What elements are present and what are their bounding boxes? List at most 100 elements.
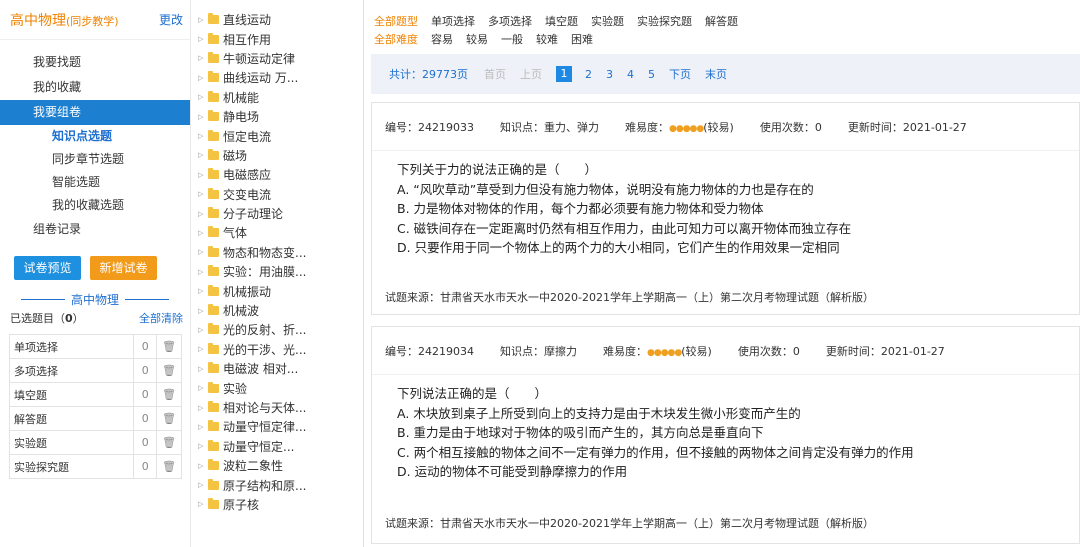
last-page-link[interactable]: 末页 (705, 66, 727, 82)
tree-item[interactable]: ▷ 机械振动 (191, 281, 363, 300)
expand-triangle-icon[interactable]: ▷ (198, 307, 208, 315)
next-page-link[interactable]: 下页 (669, 66, 691, 82)
tree-item[interactable]: ▷ 光的干涉、光... (191, 340, 363, 359)
tree-item-label: 光的干涉、光... (223, 342, 307, 357)
tree-item[interactable]: ▷ 原子核 (191, 495, 363, 514)
expand-triangle-icon[interactable]: ▷ (198, 113, 208, 121)
preview-paper-button[interactable]: 试卷预览 (14, 256, 81, 280)
difficulty-filter-option[interactable]: 全部难度 (374, 31, 418, 47)
prev-page-link[interactable]: 上页 (520, 66, 542, 82)
expand-triangle-icon[interactable]: ▷ (198, 229, 208, 237)
tree-item[interactable]: ▷ 光的反射、折... (191, 320, 363, 339)
trash-icon[interactable]: 🗑 (156, 334, 182, 359)
type-filter-option[interactable]: 多项选择 (488, 13, 532, 29)
trash-icon[interactable]: 🗑 (156, 406, 182, 431)
sidebar-item-records[interactable]: 组卷记录 (0, 217, 190, 242)
tree-item[interactable]: ▷ 相对论与天体... (191, 398, 363, 417)
trash-icon[interactable]: 🗑 (156, 358, 182, 383)
expand-triangle-icon[interactable]: ▷ (198, 35, 208, 43)
tree-item[interactable]: ▷ 原子结构和原... (191, 475, 363, 494)
sidebar-sub-knowledge-point[interactable]: 知识点选题 (0, 125, 190, 148)
tree-item-label: 磁场 (223, 148, 248, 163)
expand-triangle-icon[interactable]: ▷ (198, 16, 208, 24)
total-pages: 共计：29773页 (389, 68, 468, 81)
difficulty-filter-option[interactable]: 较易 (466, 31, 488, 47)
question-card[interactable]: 编号：24219033 知识点：重力、弹力 难易度：●●●●●(较易) 使用次数… (371, 102, 1080, 315)
sidebar-item-my-favorites[interactable]: 我的收藏 (0, 75, 190, 100)
expand-triangle-icon[interactable]: ▷ (198, 190, 208, 198)
expand-triangle-icon[interactable]: ▷ (198, 442, 208, 450)
sidebar-sub-favorites[interactable]: 我的收藏选题 (0, 194, 190, 217)
question-card[interactable]: 编号：24219034 知识点：摩擦力 难易度：●●●●●(较易) 使用次数：0… (371, 326, 1080, 544)
trash-icon[interactable]: 🗑 (156, 454, 182, 479)
tree-item[interactable]: ▷ 机械波 (191, 301, 363, 320)
question-option: D. 只要作用于同一个物体上的两个力的大小相同，它们产生的作用效果一定相同 (397, 240, 840, 255)
expand-triangle-icon[interactable]: ▷ (198, 500, 208, 508)
difficulty-filter-option[interactable]: 困难 (571, 31, 593, 47)
tree-item[interactable]: ▷ 气体 (191, 223, 363, 242)
tree-item[interactable]: ▷ 交变电流 (191, 185, 363, 204)
expand-triangle-icon[interactable]: ▷ (198, 93, 208, 101)
type-filter-option[interactable]: 实验题 (591, 13, 624, 29)
tree-item[interactable]: ▷ 电磁感应 (191, 165, 363, 184)
first-page-link[interactable]: 首页 (484, 66, 506, 82)
tree-item[interactable]: ▷ 动量守恒定律... (191, 417, 363, 436)
trash-icon[interactable]: 🗑 (156, 430, 182, 455)
expand-triangle-icon[interactable]: ▷ (198, 54, 208, 62)
table-row: 实验题 0 🗑 (8, 430, 182, 455)
difficulty-filter-option[interactable]: 较难 (536, 31, 558, 47)
expand-triangle-icon[interactable]: ▷ (198, 171, 208, 179)
page-link[interactable]: 2 (585, 68, 592, 81)
sidebar-item-find-questions[interactable]: 我要找题 (0, 50, 190, 75)
type-filter-option[interactable]: 实验探究题 (637, 13, 692, 29)
expand-triangle-icon[interactable]: ▷ (198, 151, 208, 159)
tree-item[interactable]: ▷ 曲线运动 万... (191, 68, 363, 87)
tree-item[interactable]: ▷ 波粒二象性 (191, 456, 363, 475)
type-filter-option[interactable]: 解答题 (705, 13, 738, 29)
expand-triangle-icon[interactable]: ▷ (198, 345, 208, 353)
sidebar-sub-smart[interactable]: 智能选题 (0, 171, 190, 194)
page-link[interactable]: 1 (556, 66, 572, 82)
page-link[interactable]: 4 (627, 68, 634, 81)
tree-item[interactable]: ▷ 动量守恒定... (191, 437, 363, 456)
tree-item[interactable]: ▷ 电磁波 相对... (191, 359, 363, 378)
type-filter-option[interactable]: 单项选择 (431, 13, 475, 29)
expand-triangle-icon[interactable]: ▷ (198, 268, 208, 276)
expand-triangle-icon[interactable]: ▷ (198, 248, 208, 256)
tree-item[interactable]: ▷ 磁场 (191, 146, 363, 165)
tree-item[interactable]: ▷ 牛顿运动定律 (191, 49, 363, 68)
tree-item[interactable]: ▷ 静电场 (191, 107, 363, 126)
expand-triangle-icon[interactable]: ▷ (198, 365, 208, 373)
difficulty-filter-option[interactable]: 一般 (501, 31, 523, 47)
expand-triangle-icon[interactable]: ▷ (198, 74, 208, 82)
page-link[interactable]: 3 (606, 68, 613, 81)
type-filter-option[interactable]: 全部题型 (374, 13, 418, 29)
tree-item[interactable]: ▷ 实验：用油膜... (191, 262, 363, 281)
expand-triangle-icon[interactable]: ▷ (198, 210, 208, 218)
expand-triangle-icon[interactable]: ▷ (198, 287, 208, 295)
expand-triangle-icon[interactable]: ▷ (198, 384, 208, 392)
page-link[interactable]: 5 (648, 68, 655, 81)
expand-triangle-icon[interactable]: ▷ (198, 462, 208, 470)
tree-item[interactable]: ▷ 分子动理论 (191, 204, 363, 223)
change-subject-link[interactable]: 更改 (159, 11, 183, 28)
difficulty-filter-option[interactable]: 容易 (431, 31, 453, 47)
sidebar-sub-chapter[interactable]: 同步章节选题 (0, 148, 190, 171)
folder-icon (208, 226, 219, 238)
clear-all-link[interactable]: 全部清除 (139, 310, 183, 328)
tree-item[interactable]: ▷ 恒定电流 (191, 126, 363, 145)
expand-triangle-icon[interactable]: ▷ (198, 326, 208, 334)
type-filter-option[interactable]: 填空题 (545, 13, 578, 29)
tree-item[interactable]: ▷ 实验 (191, 378, 363, 397)
expand-triangle-icon[interactable]: ▷ (198, 423, 208, 431)
tree-item[interactable]: ▷ 物态和物态变... (191, 243, 363, 262)
tree-item[interactable]: ▷ 机械能 (191, 88, 363, 107)
tree-item[interactable]: ▷ 直线运动 (191, 10, 363, 29)
trash-icon[interactable]: 🗑 (156, 382, 182, 407)
sidebar-item-compose-paper[interactable]: 我要组卷 (0, 100, 190, 125)
expand-triangle-icon[interactable]: ▷ (198, 404, 208, 412)
expand-triangle-icon[interactable]: ▷ (198, 481, 208, 489)
expand-triangle-icon[interactable]: ▷ (198, 132, 208, 140)
tree-item[interactable]: ▷ 相互作用 (191, 29, 363, 48)
new-paper-button[interactable]: 新增试卷 (90, 256, 157, 280)
